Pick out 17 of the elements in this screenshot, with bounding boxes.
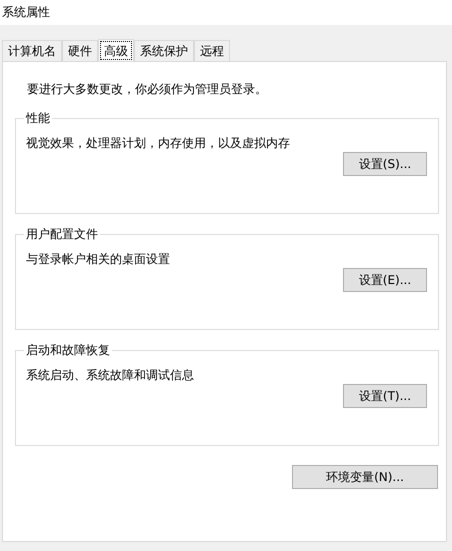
- window-title: 系统属性: [2, 4, 50, 21]
- group-description: 系统启动、系统故障和调试信息: [26, 367, 195, 384]
- group-description: 视觉效果，处理器计划，内存使用，以及虚拟内存: [26, 135, 291, 152]
- tab[interactable]: 计算机名: [2, 40, 62, 61]
- group-title: 性能: [24, 110, 51, 127]
- environment-variables-button[interactable]: 环境变量(N)...: [292, 465, 438, 489]
- group-title: 用户配置文件: [25, 226, 99, 243]
- settings-button[interactable]: 设置(T)...: [343, 384, 427, 408]
- group-description: 与登录帐户相关的桌面设置: [26, 251, 171, 268]
- settings-button[interactable]: 设置(E)...: [343, 268, 427, 292]
- tab[interactable]: 硬件: [62, 40, 98, 61]
- tab[interactable]: 高级: [98, 39, 134, 62]
- notice-text: 要进行大多数更改，你必须作为管理员登录。: [27, 81, 268, 98]
- settings-button[interactable]: 设置(S)...: [343, 152, 427, 176]
- tab[interactable]: 远程: [194, 40, 230, 61]
- tab[interactable]: 系统保护: [134, 40, 194, 61]
- group-title: 启动和故障恢复: [25, 342, 111, 359]
